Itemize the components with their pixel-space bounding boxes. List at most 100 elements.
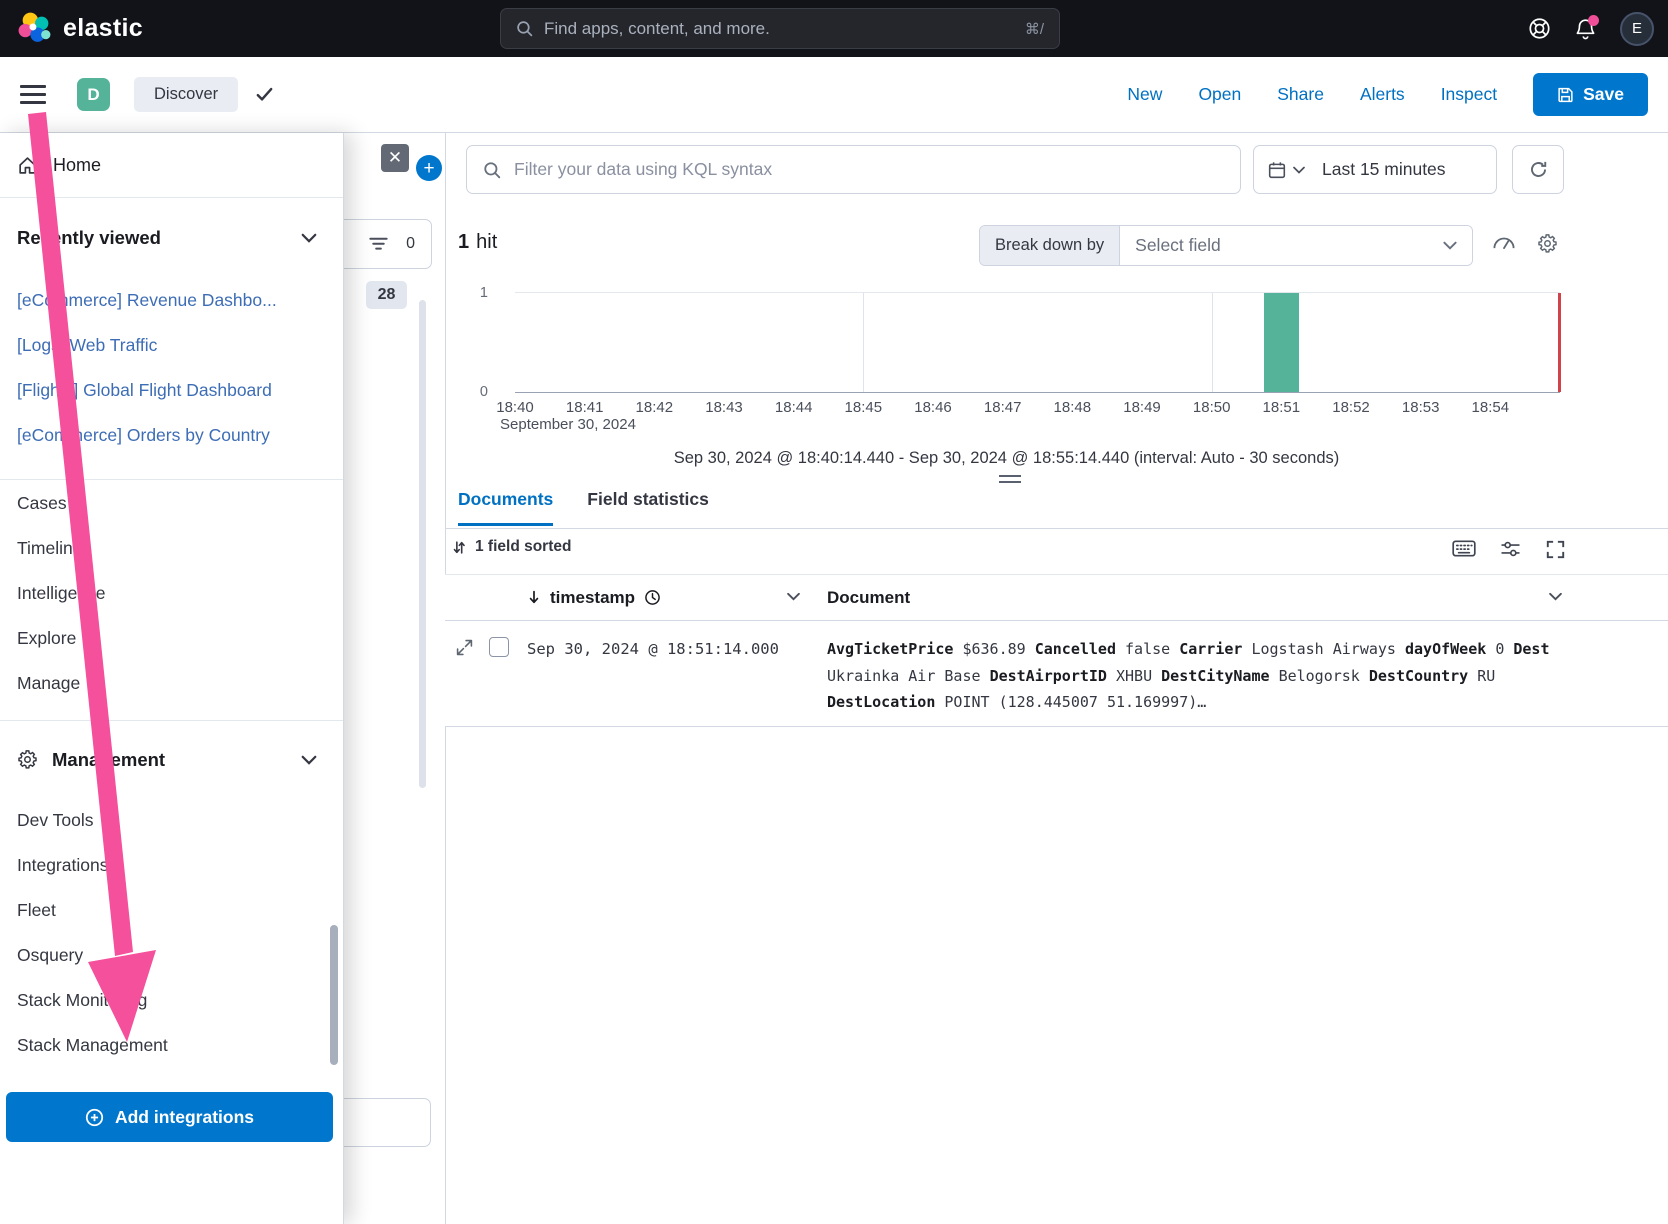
tab-field-statistics[interactable]: Field statistics (587, 489, 709, 526)
row-checkbox[interactable] (489, 637, 509, 657)
global-search-input[interactable]: Find apps, content, and more. ⌘/ (500, 8, 1060, 49)
calendar-icon (1268, 161, 1286, 179)
add-field-icon[interactable]: + (416, 155, 442, 181)
sidebar-item-fleet[interactable]: Fleet (0, 888, 343, 933)
close-icon[interactable]: ✕ (381, 144, 409, 172)
column-label: timestamp (550, 588, 635, 608)
x-axis-label: 18:44 (775, 399, 813, 416)
plus-circle-icon (85, 1108, 104, 1127)
chevron-down-icon (1443, 241, 1457, 250)
chevron-down-icon (301, 755, 317, 765)
app-toolbar: D Discover New Open Share Alerts Inspect Sav… (0, 57, 1668, 133)
sidebar-item-explore[interactable]: Explore (0, 616, 343, 661)
sidebar-item-home[interactable]: Home (0, 133, 343, 197)
notifications-icon[interactable] (1575, 18, 1596, 40)
breakdown-select-value: Select field (1135, 235, 1221, 256)
sidebar-item-integrations[interactable]: Integrations (0, 843, 343, 888)
sidebar-item-manage[interactable]: Manage (0, 661, 343, 706)
recently-viewed-item-ecommerce-revenue-dashbo[interactable]: [eCommerce] Revenue Dashbo... (0, 278, 343, 323)
recently-viewed-item-flights-global-flight-dashboard[interactable]: [Flights] Global Flight Dashboard (0, 368, 343, 413)
tabs-divider (445, 528, 1668, 529)
doc-field-name: AvgTicketPrice (827, 640, 953, 658)
sidebar-item-dev-tools[interactable]: Dev Tools (0, 798, 343, 843)
brand[interactable]: elastic (16, 10, 143, 47)
management-list: Dev ToolsIntegrationsFleetOsqueryStack M… (0, 798, 343, 1068)
doc-field-name: Dest (1513, 640, 1549, 658)
breakdown-select[interactable]: Select field (1120, 226, 1472, 265)
kql-search-icon (483, 161, 501, 179)
sidebar-scrollbar[interactable] (330, 925, 338, 1065)
sort-desc-icon (527, 590, 541, 605)
field-panel-scrollbar[interactable] (419, 300, 426, 788)
column-header-document[interactable]: Document (827, 574, 910, 621)
time-range-picker[interactable]: Last 15 minutes (1253, 145, 1497, 194)
chevron-down-icon[interactable] (1549, 592, 1562, 601)
help-icon[interactable] (1528, 17, 1551, 40)
recently-viewed-header[interactable]: Recently viewed (0, 198, 343, 278)
home-label: Home (53, 155, 101, 176)
add-integrations-button[interactable]: Add integrations (6, 1092, 333, 1142)
x-axis-label: 18:54 (1472, 399, 1510, 416)
y-axis-label-max: 1 (460, 285, 488, 301)
gear-icon (17, 749, 38, 770)
save-icon (1557, 86, 1574, 103)
refresh-button[interactable] (1512, 145, 1564, 194)
management-header[interactable]: Management (0, 721, 343, 798)
space-badge[interactable]: D (77, 78, 110, 111)
sidebar-item-cases[interactable]: Cases (0, 481, 343, 526)
sort-fields-button[interactable]: 1 field sorted (452, 538, 571, 556)
screen: elastic Find apps, content, and more. ⌘/… (0, 0, 1668, 1224)
chevron-down-icon (1293, 166, 1305, 174)
result-tabs: Documents Field statistics (458, 489, 709, 526)
user-avatar[interactable]: E (1620, 12, 1654, 46)
keyboard-icon[interactable] (1452, 540, 1476, 557)
document-cell[interactable]: AvgTicketPrice $636.89 Cancelled false C… (827, 636, 1560, 716)
hit-count-number: 1 (458, 231, 469, 253)
global-header: elastic Find apps, content, and more. ⌘/… (0, 0, 1668, 57)
save-button[interactable]: Save (1533, 73, 1648, 116)
chevron-down-icon[interactable] (787, 592, 800, 601)
sidebar-item-stack-monitoring[interactable]: Stack Monitoring (0, 978, 343, 1023)
kql-query-input[interactable]: Filter your data using KQL syntax (466, 145, 1241, 194)
toolbar-link-open[interactable]: Open (1198, 84, 1241, 105)
x-axis-label: 18:42 (636, 399, 674, 416)
recently-viewed-item-ecommerce-orders-by-country[interactable]: [eCommerce] Orders by Country (0, 413, 343, 458)
brand-name: elastic (63, 14, 143, 43)
recently-viewed-item-logs-web-traffic[interactable]: [Logs] Web Traffic (0, 323, 343, 368)
sidebar-item-intelligence[interactable]: Intelligence (0, 571, 343, 616)
doc-field-value: $636.89 (962, 640, 1025, 658)
doc-field-value: Belogorsk (1279, 667, 1360, 685)
doc-field-name: DestLocation (827, 693, 935, 711)
chart-options-icon[interactable] (1492, 233, 1516, 250)
management-title: Management (52, 749, 165, 771)
column-header-timestamp[interactable]: timestamp (527, 574, 661, 621)
breadcrumb-discover[interactable]: Discover (134, 77, 238, 112)
toolbar-link-inspect[interactable]: Inspect (1441, 84, 1497, 105)
sort-icon (452, 540, 466, 555)
x-axis-label: 18:40 (496, 399, 534, 416)
gear-icon[interactable] (1537, 233, 1558, 254)
toolbar-link-alerts[interactable]: Alerts (1360, 84, 1405, 105)
filter-icon (369, 237, 388, 251)
sidebar-item-osquery[interactable]: Osquery (0, 933, 343, 978)
toolbar-link-share[interactable]: Share (1277, 84, 1324, 105)
time-range-value: Last 15 minutes (1322, 159, 1446, 180)
notification-dot (1588, 15, 1599, 26)
fullscreen-icon[interactable] (1546, 540, 1565, 559)
x-axis-label: 18:48 (1054, 399, 1092, 416)
doc-field-value: POINT (128.445007 51.169997)… (944, 693, 1206, 711)
tab-documents[interactable]: Documents (458, 489, 553, 526)
timestamp-cell: Sep 30, 2024 @ 18:51:14.000 (527, 640, 779, 658)
gridline (1212, 293, 1213, 392)
toolbar-link-new[interactable]: New (1127, 84, 1162, 105)
doc-field-name: Cancelled (1035, 640, 1116, 658)
display-options-icon[interactable] (1500, 540, 1521, 558)
resize-handle[interactable] (999, 475, 1021, 483)
menu-toggle-button[interactable] (20, 85, 50, 104)
histogram-bar[interactable] (1264, 293, 1299, 392)
x-axis-label: 18:52 (1332, 399, 1370, 416)
expand-document-icon[interactable] (456, 639, 473, 656)
recently-viewed-title: Recently viewed (17, 227, 161, 249)
sidebar-item-timelines[interactable]: Timelines (0, 526, 343, 571)
sidebar-item-stack-management[interactable]: Stack Management (0, 1023, 343, 1068)
